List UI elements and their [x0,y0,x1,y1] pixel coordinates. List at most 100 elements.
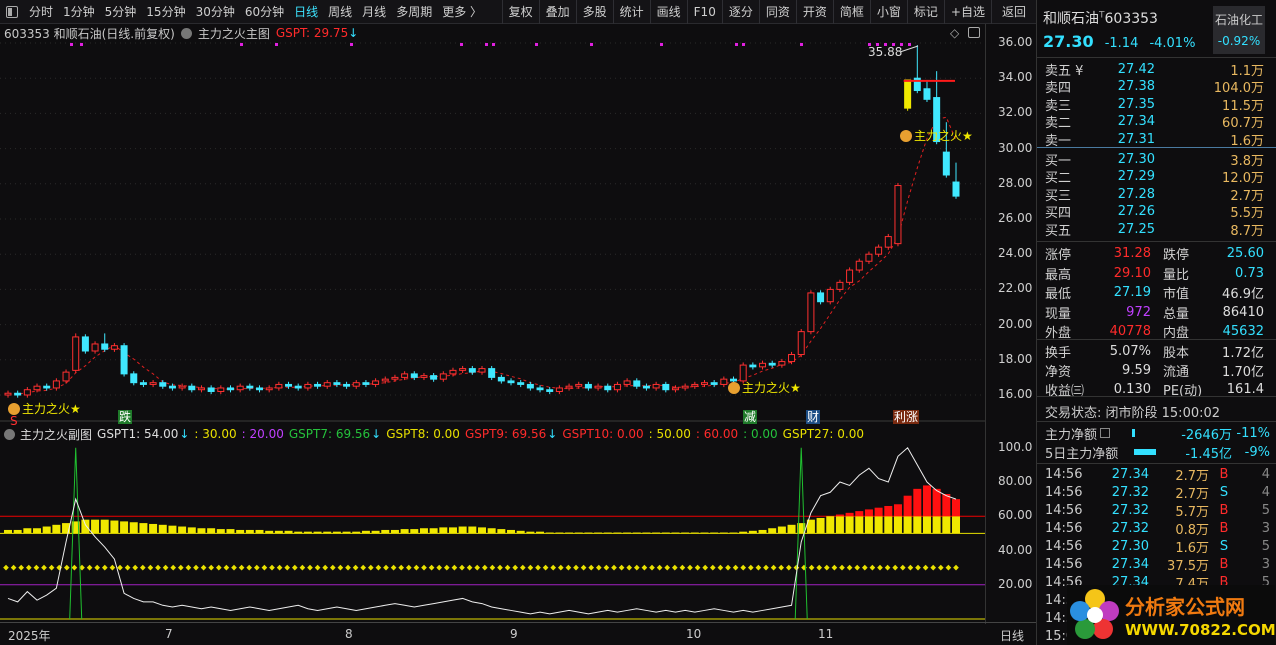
bid-row[interactable]: 买二 27.29 12.0万 [1045,168,1264,186]
signal-dot [492,43,495,46]
level-30-marker [345,564,351,571]
sub-bar [574,532,583,534]
candle [807,292,815,333]
signal-dot [275,43,278,46]
level-30-marker [109,564,116,571]
level-30-marker [193,564,199,571]
stat-row: 最高 29.10 量比 0.73 [1045,264,1264,283]
level-price: 27.30 [1117,151,1155,167]
level-label: 买四 [1045,206,1072,222]
sub-bar [294,531,303,534]
stat-value: 45632 [1222,324,1264,339]
ask-row[interactable]: 卖五 ¥ 27.42 1.1万 [1045,60,1264,79]
candle [555,387,563,392]
sub-bar [400,529,409,534]
level-30-marker [261,564,268,571]
stat-label: 总量 [1163,306,1190,322]
bid-row[interactable]: 买四 27.26 5.5万 [1045,203,1264,221]
list-icon[interactable] [1100,428,1111,438]
level-30-marker [899,564,906,571]
price-chart[interactable]: 35.88主力之火★主力之火★主力之火★S 跌减财利涨 [0,0,985,645]
level-30-marker [930,564,937,571]
ask-row[interactable]: 卖二 27.34 60.7万 [1045,113,1264,131]
sub-indicator-name[interactable]: 主力之火副图 [20,426,92,443]
candle [691,383,699,387]
candle [236,385,244,391]
level-price: 27.38 [1117,79,1155,95]
candle [875,246,883,255]
bid-row[interactable]: 买五 27.25 8.7万 [1045,220,1264,239]
candle [459,368,467,371]
flow-label: 主力净额 [1045,427,1098,443]
candle [265,387,273,391]
sector-box[interactable]: 石油化工 -0.92% [1213,6,1265,54]
sub-indicator-value: GSPT10: 0.00 [562,427,644,441]
level-30-marker [770,564,777,571]
peak-arrow [899,45,919,53]
candle [865,253,873,262]
ask-row[interactable]: 卖一 27.31 1.6万 [1045,130,1264,149]
sub-bar [487,528,496,534]
candle [768,362,776,366]
watermark-title: 分析家公式网 [1125,595,1245,619]
sub-bar [710,532,719,534]
five-day-net-flow: 5日主力净额 -1.45亿 -9% [1045,443,1270,462]
stat-label: 净资 [1045,365,1072,380]
stock-name: 和顺石油 [1043,11,1099,27]
level-30-marker [459,564,465,571]
trade-row: 14:56 27.32 2.7万 S 4 [1045,483,1270,502]
candle [846,269,854,283]
signal-dot [535,43,538,46]
signal-dot [80,43,83,46]
flow-label: 5日主力净额 [1045,446,1119,462]
candle [197,387,205,391]
signal-dot [590,43,593,46]
indicator-toggle-icon[interactable] [4,428,15,440]
candle [720,378,728,385]
sub-bar [748,530,757,534]
candle [700,382,708,385]
level-30-marker [831,564,838,571]
trade-side: S [1219,484,1229,500]
sub-bar [787,524,796,534]
bid-row[interactable]: 买一 27.30 3.8万 [1045,150,1264,169]
level-30-marker [94,564,101,571]
level-30-marker [877,564,883,571]
level-30-marker [436,564,443,571]
sub-bar [922,516,931,534]
level-30-marker [869,564,876,571]
candle [923,88,931,100]
sub-bar [874,516,883,534]
sub-indicator-value: GSPT1: 54.00 [97,427,179,441]
candle [836,281,844,290]
stat-value: 27.19 [1113,285,1151,300]
stat-row: 现量 972 总量 86410 [1045,303,1264,322]
toolbar-button-13[interactable]: 返回 [990,0,1036,24]
sub-bar [942,516,951,534]
level-30-marker [618,564,625,571]
level-30-marker [816,564,823,571]
sub-bar [642,532,651,534]
candle [14,392,22,396]
ask-row[interactable]: 卖四 27.38 104.0万 [1045,78,1264,96]
candle [410,373,418,378]
sub-bar-red [932,488,941,517]
bid-row[interactable]: 买三 27.28 2.7万 [1045,185,1264,204]
level-volume: 12.0万 [1222,171,1264,187]
level-30-marker [253,564,260,571]
level-price: 27.34 [1117,114,1155,130]
sub-bar [187,527,196,534]
level-price: 27.35 [1117,96,1155,112]
ask-row[interactable]: 卖三 27.35 11.5万 [1045,95,1264,114]
level-30-marker [945,564,952,571]
sub-bar [361,530,370,534]
sub-bar [768,528,777,534]
level-30-marker [937,564,944,571]
level-30-marker [117,564,123,571]
candle [72,336,80,371]
sub-bar [932,516,941,534]
arrow-down-icon: ↓ [547,427,558,441]
level-30-marker [428,564,435,571]
candle [749,364,757,368]
stat-value: 0.73 [1235,265,1264,281]
